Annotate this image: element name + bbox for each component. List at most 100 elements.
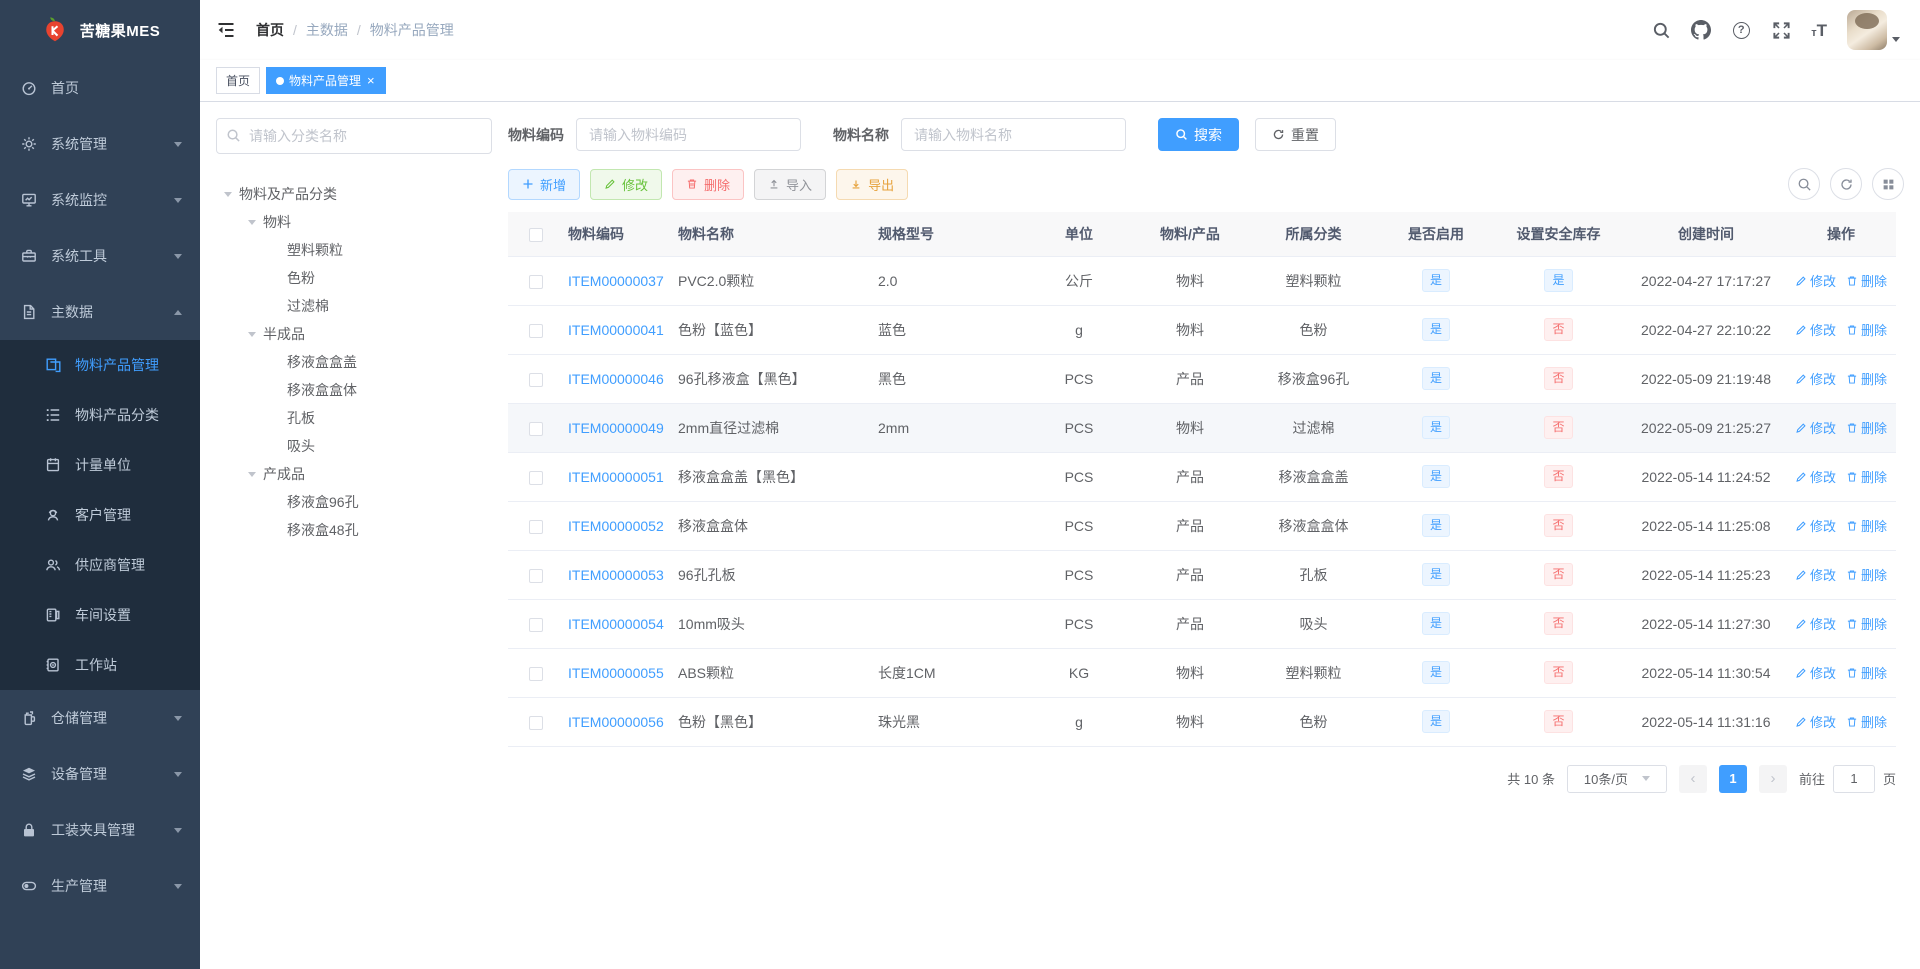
select-all-checkbox[interactable] — [529, 227, 543, 242]
material-code-input[interactable] — [576, 118, 801, 151]
row-edit-button[interactable]: 修改 — [1795, 467, 1836, 486]
row-checkbox[interactable] — [529, 666, 543, 681]
app-logo[interactable]: 苦糖果MES — [0, 0, 200, 60]
sidebar-item-system-management[interactable]: 系统管理 — [0, 116, 200, 172]
close-icon[interactable]: × — [366, 74, 376, 87]
row-checkbox[interactable] — [529, 421, 543, 436]
row-checkbox[interactable] — [529, 274, 543, 289]
row-delete-button[interactable]: 删除 — [1846, 516, 1887, 535]
sidebar-item-workshop-settings[interactable]: 车间设置 — [0, 590, 200, 640]
row-edit-button[interactable]: 修改 — [1795, 712, 1836, 731]
category-search-input[interactable] — [216, 118, 492, 154]
export-button[interactable]: 导出 — [836, 168, 909, 200]
fullscreen-icon[interactable] — [1771, 20, 1791, 40]
tree-node[interactable]: 物料及产品分类 — [216, 180, 492, 208]
tab-首页[interactable]: 首页 — [216, 67, 261, 94]
material-code-link[interactable]: ITEM00000053 — [568, 567, 664, 583]
tree-node[interactable]: 吸头 — [216, 432, 492, 460]
show-search-toggle-button[interactable] — [1788, 168, 1820, 200]
sidebar-item-customer-management[interactable]: 客户管理 — [0, 490, 200, 540]
row-delete-button[interactable]: 删除 — [1846, 271, 1887, 290]
tree-node[interactable]: 孔板 — [216, 404, 492, 432]
row-delete-button[interactable]: 删除 — [1846, 467, 1887, 486]
search-button[interactable]: 搜索 — [1158, 118, 1239, 151]
add-button[interactable]: 新增 — [508, 168, 581, 200]
material-code-link[interactable]: ITEM00000054 — [568, 616, 664, 632]
sidebar-item-tooling-fixture-management[interactable]: 工装夹具管理 — [0, 802, 200, 858]
edit-button[interactable]: 修改 — [590, 168, 663, 200]
user-menu[interactable] — [1847, 10, 1900, 50]
sidebar-toggle-icon[interactable] — [216, 19, 238, 41]
sidebar-item-production-management[interactable]: 生产管理 — [0, 858, 200, 914]
row-delete-button[interactable]: 删除 — [1846, 614, 1887, 633]
github-icon[interactable] — [1691, 20, 1712, 40]
tree-node[interactable]: 色粉 — [216, 264, 492, 292]
tree-node[interactable]: 移液盒盒体 — [216, 376, 492, 404]
tree-node[interactable]: 物料 — [216, 208, 492, 236]
row-edit-button[interactable]: 修改 — [1795, 320, 1836, 339]
page-size-select[interactable]: 10条/页 — [1566, 764, 1667, 793]
row-checkbox[interactable] — [529, 372, 543, 387]
row-edit-button[interactable]: 修改 — [1795, 369, 1836, 388]
row-edit-button[interactable]: 修改 — [1795, 565, 1836, 584]
tree-node[interactable]: 半成品 — [216, 320, 492, 348]
row-delete-button[interactable]: 删除 — [1846, 418, 1887, 437]
font-size-icon[interactable]: тT — [1811, 20, 1827, 40]
avatar[interactable] — [1847, 10, 1887, 50]
row-delete-button[interactable]: 删除 — [1846, 369, 1887, 388]
row-checkbox[interactable] — [529, 470, 543, 485]
sidebar-item-material-product-management[interactable]: 物料产品管理 — [0, 340, 200, 390]
search-icon[interactable] — [1651, 20, 1671, 40]
delete-button[interactable]: 删除 — [672, 168, 745, 200]
row-checkbox[interactable] — [529, 323, 543, 338]
row-delete-button[interactable]: 删除 — [1846, 712, 1887, 731]
tree-node[interactable]: 移液盒48孔 — [216, 516, 492, 544]
help-icon[interactable]: ? — [1731, 20, 1751, 40]
row-edit-button[interactable]: 修改 — [1795, 614, 1836, 633]
row-checkbox[interactable] — [529, 715, 543, 730]
material-code-link[interactable]: ITEM00000037 — [568, 273, 664, 289]
row-edit-button[interactable]: 修改 — [1795, 271, 1836, 290]
material-code-link[interactable]: ITEM00000041 — [568, 322, 664, 338]
row-edit-button[interactable]: 修改 — [1795, 663, 1836, 682]
sidebar-item-home[interactable]: 首页 — [0, 60, 200, 116]
tab-物料产品管理[interactable]: 物料产品管理 × — [266, 67, 386, 94]
column-settings-button[interactable] — [1872, 168, 1904, 200]
material-code-link[interactable]: ITEM00000049 — [568, 420, 664, 436]
row-delete-button[interactable]: 删除 — [1846, 565, 1887, 584]
refresh-button[interactable] — [1830, 168, 1862, 200]
row-checkbox[interactable] — [529, 617, 543, 632]
sidebar-item-measure-unit[interactable]: 计量单位 — [0, 440, 200, 490]
row-delete-button[interactable]: 删除 — [1846, 663, 1887, 682]
row-edit-button[interactable]: 修改 — [1795, 418, 1836, 437]
material-code-link[interactable]: ITEM00000052 — [568, 518, 664, 534]
row-edit-button[interactable]: 修改 — [1795, 516, 1836, 535]
tree-node[interactable]: 过滤棉 — [216, 292, 492, 320]
sidebar-item-material-product-category[interactable]: 物料产品分类 — [0, 390, 200, 440]
material-code-link[interactable]: ITEM00000055 — [568, 665, 664, 681]
current-page-button[interactable]: 1 — [1718, 764, 1747, 793]
row-checkbox[interactable] — [529, 568, 543, 583]
row-checkbox[interactable] — [529, 519, 543, 534]
row-delete-button[interactable]: 删除 — [1846, 320, 1887, 339]
tree-node[interactable]: 移液盒盒盖 — [216, 348, 492, 376]
sidebar-item-warehouse-management[interactable]: 仓储管理 — [0, 690, 200, 746]
material-code-link[interactable]: ITEM00000051 — [568, 469, 664, 485]
reset-button[interactable]: 重置 — [1255, 118, 1336, 151]
sidebar-item-workstation[interactable]: 工作站 — [0, 640, 200, 690]
breadcrumb-item[interactable]: 首页 — [256, 20, 284, 40]
material-code-link[interactable]: ITEM00000046 — [568, 371, 664, 387]
tree-node[interactable]: 产成品 — [216, 460, 492, 488]
sidebar-item-device-management[interactable]: 设备管理 — [0, 746, 200, 802]
next-page-button[interactable]: › — [1758, 764, 1787, 793]
tree-node[interactable]: 塑料颗粒 — [216, 236, 492, 264]
sidebar-item-system-tools[interactable]: 系统工具 — [0, 228, 200, 284]
material-code-link[interactable]: ITEM00000056 — [568, 714, 664, 730]
material-name-input[interactable] — [901, 118, 1126, 151]
prev-page-button[interactable]: ‹ — [1678, 764, 1707, 793]
goto-page-input[interactable] — [1832, 764, 1875, 793]
sidebar-item-system-monitor[interactable]: 系统监控 — [0, 172, 200, 228]
sidebar-item-master-data[interactable]: 主数据 — [0, 284, 200, 340]
tree-node[interactable]: 移液盒96孔 — [216, 488, 492, 516]
sidebar-item-supplier-management[interactable]: 供应商管理 — [0, 540, 200, 590]
